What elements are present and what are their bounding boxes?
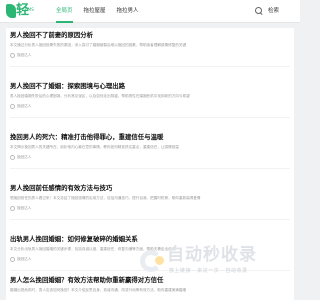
user-icon [10, 53, 15, 58]
watermark: 自动秒收录 放上链接 · 来访一次 · 自动收录 [138, 245, 283, 277]
list-item[interactable]: 男人挽回不了婚姻：探索困境与心理出路 男人挽回婚姻失败后的心理困境，分析常见误区… [10, 82, 290, 118]
article-title[interactable]: 挽回男人的死穴：精准打击他得罪心，重建信任与温暖 [10, 133, 290, 142]
list-item[interactable]: 挽回男人的死穴：精准打击他得罪心，重建信任与温暖 本文揭示挽回男人的关键所在，剖… [10, 133, 290, 169]
article-excerpt: 婚姻出现危机时，男人应该如何挽回？本文介绍反思自身、真诚沟通、改变行动等有效方法… [10, 288, 187, 292]
top-navbar: 轻 CMS 全局页 拖拉屋屋 拖拉男人 检索 [0, 0, 300, 23]
article-author: 挽回达人 [17, 257, 32, 261]
user-icon [10, 104, 15, 109]
user-icon [10, 206, 15, 211]
article-excerpt: 本文揭示挽回男人的关键所在，剖析他内心最在意的事情，教你如何精准抓住重点，重建信… [10, 145, 179, 149]
article-author: 挽回达人 [17, 206, 32, 210]
divider [10, 219, 290, 220]
divider [10, 66, 290, 67]
article-excerpt: 想挽回前任的男人看过来！本文总结了挽回感情的实用方法，包括沟通技巧、提升自我、把… [10, 196, 201, 200]
article-meta: 挽回达人 [10, 206, 290, 211]
divider [10, 117, 290, 118]
article-title[interactable]: 男人挽回前任感情的有效方法与技巧 [10, 184, 290, 193]
article-meta: 挽回达人 [10, 155, 290, 160]
list-item[interactable]: 男人怎么挽回婚姻？有效方法帮助你重新赢得对方信任 婚姻出现危机时，男人应该如何挽… [10, 276, 290, 293]
site-logo[interactable]: 轻 CMS [6, 3, 34, 20]
nav-item-category-2[interactable]: 拖拉男人 [117, 0, 139, 23]
article-title[interactable]: 男人挽回不了前妻的原因分析 [10, 31, 290, 40]
user-icon [10, 155, 15, 160]
article-meta: 挽回达人 [10, 104, 290, 109]
article-title[interactable]: 男人挽回不了婚姻：探索困境与心理出路 [10, 82, 290, 91]
logo-sub-top: CMS [25, 7, 34, 12]
watermark-logo-icon [138, 248, 164, 274]
search-icon[interactable] [255, 7, 263, 15]
logo-mark-icon [6, 4, 16, 18]
list-item[interactable]: 男人挽回前任感情的有效方法与技巧 想挽回前任的男人看过来！本文总结了挽回感情的实… [10, 184, 290, 220]
article-excerpt: 本文通过分析男人挽回前妻失败的原因，深入探讨了婚姻破裂后难以挽回的因素，帮助读者… [10, 43, 187, 47]
article-excerpt: 男人挽回婚姻失败后的心理困境，分析常见误区，以及如何走出阴霾，帮助男性在婚姻危机… [10, 94, 190, 98]
article-title[interactable]: 男人怎么挽回婚姻？有效方法帮助你重新赢得对方信任 [10, 276, 290, 285]
article-author: 挽回达人 [17, 104, 32, 108]
watermark-subtext: 放上链接 · 来访一次 · 自动收录 [169, 268, 248, 274]
main-nav: 全局页 拖拉屋屋 拖拉男人 [56, 0, 150, 23]
article-title[interactable]: 出轨男人挽回婚姻：如何修复破碎的婚姻关系 [10, 235, 290, 244]
article-author: 挽回达人 [17, 155, 32, 159]
nav-item-home[interactable]: 全局页 [56, 0, 73, 23]
article-author: 挽回达人 [17, 53, 32, 57]
nav-item-category-1[interactable]: 拖拉屋屋 [84, 0, 106, 23]
article-meta: 挽回达人 [10, 53, 290, 58]
user-icon [10, 257, 15, 262]
watermark-text: 自动秒收录 [167, 245, 257, 265]
divider [10, 168, 290, 169]
list-item[interactable]: 男人挽回不了前妻的原因分析 本文通过分析男人挽回前妻失败的原因，深入探讨了婚姻破… [10, 31, 290, 67]
search-label[interactable]: 检索 [268, 0, 279, 23]
